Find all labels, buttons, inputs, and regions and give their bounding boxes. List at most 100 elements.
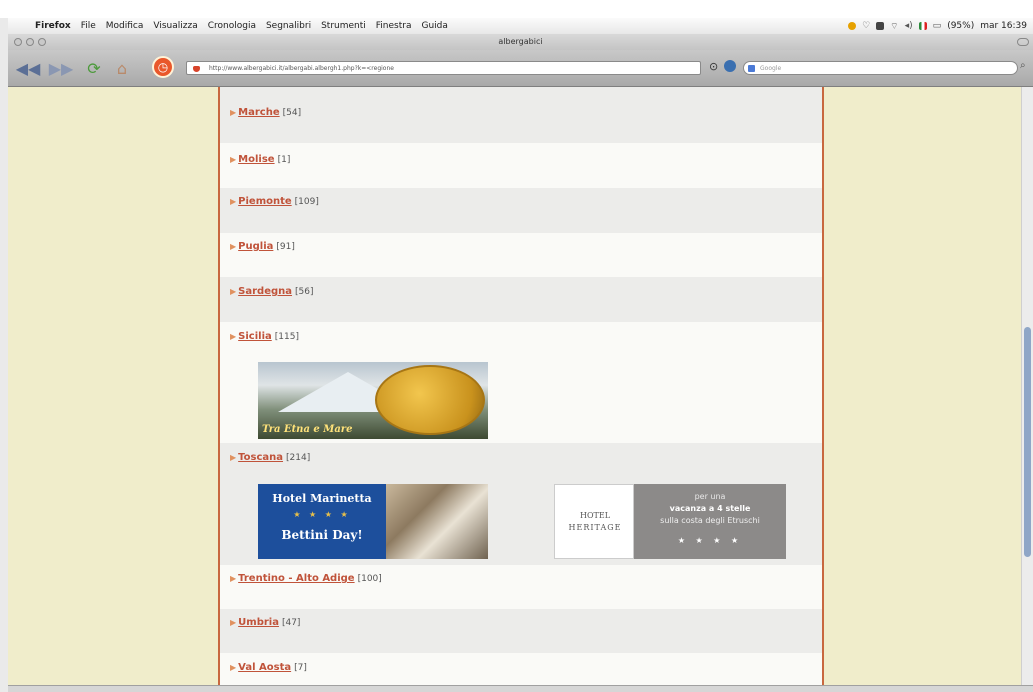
region-entry-sardegna: ▶ Sardegna [56] <box>230 286 314 297</box>
region-link-piemonte[interactable]: Piemonte <box>238 196 292 207</box>
bullet-arrow-icon: ▶ <box>230 197 237 206</box>
menu-app-firefox[interactable]: Firefox <box>30 21 76 31</box>
search-input[interactable]: Google <box>743 61 1018 75</box>
toolbar-toggle-button[interactable] <box>1017 38 1029 46</box>
region-count: [1] <box>277 155 291 165</box>
navigation-toolbar: ◀◀ ▶▶ ⟳ ⌂ ◷ http://www.albergabici.it/al… <box>8 50 1033 87</box>
region-count: [56] <box>295 287 314 297</box>
rss-feed-icon[interactable] <box>724 60 736 72</box>
region-entry-toscana: ▶ Toscana [214] <box>230 452 310 463</box>
cyclists-photo <box>386 484 488 559</box>
banner-stars: ★ ★ ★ ★ <box>293 510 351 519</box>
region-link-puglia[interactable]: Puglia <box>238 241 273 252</box>
region-entry-piemonte: ▶ Piemonte [109] <box>230 196 319 207</box>
region-count: [115] <box>274 332 299 342</box>
menu-cronologia[interactable]: Cronologia <box>203 21 261 31</box>
region-list-column: ▶ Marche [54] ▶ Molise [1] ▶ Piemonte [109] ▶ P… <box>218 87 824 685</box>
input-flag-icon[interactable] <box>918 22 927 30</box>
list-item: ▶ Val Aosta [7] <box>220 653 822 685</box>
close-window-button[interactable] <box>14 38 22 46</box>
minimize-window-button[interactable] <box>26 38 34 46</box>
search-magnifier-icon[interactable]: ⌕ <box>1020 60 1026 71</box>
banner-text-line: sulla costa degli Etruschi <box>660 516 760 525</box>
region-count: [7] <box>294 663 307 673</box>
menu-file[interactable]: File <box>76 21 101 31</box>
wifi-icon[interactable]: ⌔ <box>890 21 898 32</box>
vertical-scrollbar[interactable] <box>1021 87 1033 685</box>
region-link-trentino-alto-adige[interactable]: Trentino - Alto Adige <box>238 573 354 584</box>
region-link-toscana[interactable]: Toscana <box>238 452 283 463</box>
list-item: ▶ Umbria [47] <box>220 609 822 653</box>
banner-stars: ★ ★ ★ ★ <box>677 536 743 545</box>
battery-icon[interactable]: ▭ <box>933 21 942 31</box>
banner-text-line: per una <box>694 492 726 501</box>
volume-icon[interactable]: ◂) <box>905 21 913 31</box>
region-entry-molise: ▶ Molise [1] <box>230 154 290 165</box>
logo-line: HERITAGE <box>568 523 622 532</box>
region-count: [214] <box>286 453 311 463</box>
menu-strumenti[interactable]: Strumenti <box>316 21 371 31</box>
region-count: [47] <box>281 618 301 628</box>
bullet-arrow-icon: ▶ <box>230 108 237 117</box>
list-item: ▶ Puglia [91] <box>220 233 822 277</box>
sicilia-hotel-banner[interactable]: Tra Etna e Mare <box>258 362 488 439</box>
banner-caption: Tra Etna e Mare <box>262 424 353 435</box>
forward-button[interactable]: ▶▶ <box>46 57 76 79</box>
list-item: ▶ Sardegna [56] <box>220 277 822 322</box>
menu-segnalibri[interactable]: Segnalibri <box>261 21 316 31</box>
battery-percent: (95%) <box>947 21 975 31</box>
go-icon[interactable]: ⊙ <box>709 60 718 73</box>
window-titlebar[interactable]: albergabici <box>8 34 1033 50</box>
region-link-molise[interactable]: Molise <box>238 154 274 165</box>
region-entry-umbria: ▶ Umbria [47] <box>230 617 300 628</box>
window-bottom-edge <box>8 685 1033 692</box>
site-favicon-icon <box>193 66 200 72</box>
home-icon[interactable]: ⌂ <box>110 57 134 79</box>
url-text: http://www.albergabici.it/albergabi.albe… <box>209 65 394 72</box>
bullet-arrow-icon: ▶ <box>230 242 237 251</box>
region-link-umbria[interactable]: Umbria <box>238 617 279 628</box>
hotel-heritage-banner[interactable]: HOTEL HERITAGE per una vacanza a 4 stell… <box>554 484 786 559</box>
heart-icon[interactable]: ♡ <box>862 21 870 31</box>
region-count: [91] <box>276 242 295 252</box>
list-item: ▶ Molise [1] <box>220 143 822 188</box>
gold-coin-image <box>375 365 485 435</box>
banner-title: Hotel Marinetta <box>272 492 372 505</box>
bullet-arrow-icon: ▶ <box>230 453 237 462</box>
reload-icon[interactable]: ⟳ <box>82 57 106 79</box>
menu-modifica[interactable]: Modifica <box>101 21 149 31</box>
bullet-arrow-icon: ▶ <box>230 155 237 164</box>
logo-line: HOTEL <box>579 511 611 520</box>
region-link-marche[interactable]: Marche <box>238 107 279 118</box>
region-link-sicilia[interactable]: Sicilia <box>238 331 272 342</box>
display-icon[interactable] <box>876 22 885 30</box>
screen-bezel <box>0 18 8 692</box>
region-entry-val-aosta: ▶ Val Aosta [7] <box>230 662 307 673</box>
bullet-arrow-icon: ▶ <box>230 287 237 296</box>
region-count: [54] <box>282 108 302 118</box>
zoom-window-button[interactable] <box>38 38 46 46</box>
status-icon[interactable] <box>848 22 857 30</box>
menu-clock[interactable]: mar 16:39 <box>980 21 1027 31</box>
bullet-arrow-icon: ▶ <box>230 332 237 341</box>
region-link-val-aosta[interactable]: Val Aosta <box>238 662 291 673</box>
bullet-arrow-icon: ▶ <box>230 574 237 583</box>
back-button[interactable]: ◀◀ <box>12 57 44 79</box>
banner-subtitle: Bettini Day! <box>281 528 363 542</box>
region-link-sardegna[interactable]: Sardegna <box>238 286 292 297</box>
menu-guida[interactable]: Guida <box>416 21 452 31</box>
region-count: [109] <box>294 197 319 207</box>
page-viewport: ▶ Marche [54] ▶ Molise [1] ▶ Piemonte [109] ▶ P… <box>8 87 1021 685</box>
menu-visualizza[interactable]: Visualizza <box>148 21 202 31</box>
window-controls <box>14 38 46 46</box>
url-bar[interactable]: http://www.albergabici.it/albergabi.albe… <box>186 61 701 75</box>
menu-bar: Firefox File Modifica Visualizza Cronolo… <box>8 18 1033 35</box>
scrollbar-thumb[interactable] <box>1024 327 1031 557</box>
hotel-marinetta-banner[interactable]: Hotel Marinetta ★ ★ ★ ★ Bettini Day! <box>258 484 488 559</box>
google-engine-icon[interactable] <box>748 65 755 72</box>
list-item: ▶ Piemonte [109] <box>220 188 822 233</box>
search-placeholder: Google <box>760 65 782 72</box>
history-clock-icon[interactable]: ◷ <box>152 56 174 78</box>
menu-finestra[interactable]: Finestra <box>371 21 417 31</box>
bullet-arrow-icon: ▶ <box>230 663 237 672</box>
